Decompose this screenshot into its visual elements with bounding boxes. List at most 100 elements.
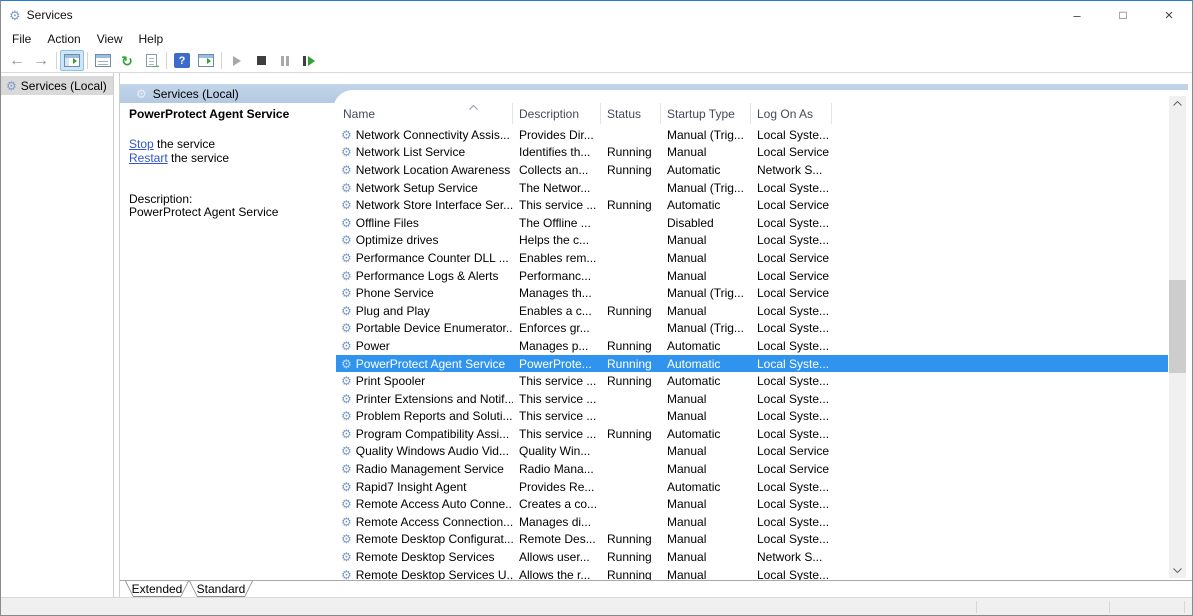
cell-text: Manual (Trig... <box>667 181 744 195</box>
help-icon: ? <box>174 53 190 68</box>
cell-text: Phone Service <box>356 286 434 300</box>
cell-text: Local Syste... <box>757 409 829 423</box>
show-console-tree-button[interactable] <box>60 50 84 71</box>
cell-name: ⚙Power <box>336 339 513 353</box>
table-row-selected[interactable]: ⚙PowerProtect Agent ServicePowerProte...… <box>336 355 1168 373</box>
cell-text: Helps the c... <box>519 233 589 247</box>
stop-service-line: Stop the service <box>129 137 215 151</box>
service-gear-icon: ⚙ <box>341 322 352 334</box>
scroll-up-button[interactable] <box>1169 96 1186 111</box>
column-header-log-on-as[interactable]: Log On As <box>751 103 832 124</box>
table-row[interactable]: ⚙Phone ServiceManages th...Manual (Trig.… <box>336 284 1168 302</box>
table-row[interactable]: ⚙Network Location AwarenessCollects an..… <box>336 161 1168 179</box>
table-row[interactable]: ⚙Network Setup ServiceThe Networ...Manua… <box>336 179 1168 197</box>
table-row[interactable]: ⚙Plug and PlayEnables a c...RunningManua… <box>336 302 1168 320</box>
export-list-button[interactable]: → <box>139 50 163 71</box>
cell-description: Collects an... <box>513 163 601 177</box>
tab-extended[interactable]: Extended <box>125 581 189 597</box>
cell-text: Manual <box>667 392 706 406</box>
column-header-startup-type[interactable]: Startup Type <box>661 103 751 124</box>
menu-help[interactable]: Help <box>131 30 172 48</box>
cell-text: Manual <box>667 462 706 476</box>
stop-service-button[interactable] <box>249 50 273 71</box>
cell-text: Manual <box>667 269 706 283</box>
table-row[interactable]: ⚙Network Store Interface Ser...This serv… <box>336 196 1168 214</box>
cell-description: Provides Dir... <box>513 128 601 142</box>
table-row[interactable]: ⚙Network List ServiceIdentifies th...Run… <box>336 144 1168 162</box>
cell-logon: Local Syste... <box>751 233 832 247</box>
cell-status: Running <box>601 145 661 159</box>
table-row[interactable]: ⚙Performance Counter DLL ...Enables rem.… <box>336 249 1168 267</box>
table-row[interactable]: ⚙Remote Access Auto Conne...Creates a co… <box>336 495 1168 513</box>
start-service-button[interactable] <box>225 50 249 71</box>
table-row[interactable]: ⚙Offline FilesThe Offline ...DisabledLoc… <box>336 214 1168 232</box>
table-row[interactable]: ⚙PowerManages p...RunningAutomaticLocal … <box>336 337 1168 355</box>
cell-text: Local Syste... <box>757 216 829 230</box>
refresh-button[interactable]: ↻ <box>115 50 139 71</box>
cell-name: ⚙Rapid7 Insight Agent <box>336 480 513 494</box>
cell-text: Running <box>607 532 652 546</box>
cell-description: Creates a co... <box>513 497 601 511</box>
services-pane: ⚙ Services (Local) PowerProtect Agent Se… <box>119 73 1192 597</box>
table-row[interactable]: ⚙Optimize drivesHelps the c...ManualLoca… <box>336 232 1168 250</box>
export-list-icon: → <box>146 54 157 67</box>
scroll-down-button[interactable] <box>1169 563 1186 578</box>
properties-button[interactable] <box>91 50 115 71</box>
cell-startup: Automatic <box>661 427 751 441</box>
column-header-name[interactable]: Name <box>336 103 513 124</box>
cell-startup: Manual <box>661 251 751 265</box>
cell-text: Local Syste... <box>757 427 829 441</box>
table-row[interactable]: ⚙Remote Access Connection...Manages di..… <box>336 513 1168 531</box>
vertical-scrollbar[interactable] <box>1169 96 1186 578</box>
stop-service-link[interactable]: Stop <box>129 137 154 151</box>
table-row[interactable]: ⚙Network Connectivity Assis...Provides D… <box>336 126 1168 144</box>
cell-name: ⚙Printer Extensions and Notif... <box>336 392 513 406</box>
maximize-button[interactable]: □ <box>1100 1 1146 29</box>
table-row[interactable]: ⚙Program Compatibility Assi...This servi… <box>336 425 1168 443</box>
column-header-description[interactable]: Description <box>513 103 601 124</box>
forward-button[interactable]: → <box>29 50 53 71</box>
cell-text: Quality Win... <box>519 444 590 458</box>
table-row[interactable]: ⚙Remote Desktop Services U...Allows the … <box>336 566 1168 580</box>
cell-logon: Local Service <box>751 145 832 159</box>
menu-view[interactable]: View <box>89 30 131 48</box>
scrollbar-thumb[interactable] <box>1169 280 1186 373</box>
table-row[interactable]: ⚙Printer Extensions and Notif...This ser… <box>336 390 1168 408</box>
table-row[interactable]: ⚙Remote Desktop ServicesAllows user...Ru… <box>336 548 1168 566</box>
cell-logon: Local Syste... <box>751 497 832 511</box>
back-button[interactable]: ← <box>5 50 29 71</box>
show-action-pane-button[interactable] <box>194 50 218 71</box>
restart-service-link[interactable]: Restart <box>129 151 168 165</box>
cell-startup: Manual <box>661 233 751 247</box>
cell-text: This service ... <box>519 374 596 388</box>
help-button[interactable]: ? <box>170 50 194 71</box>
table-row[interactable]: ⚙Radio Management ServiceRadio Mana...Ma… <box>336 460 1168 478</box>
cell-name: ⚙Remote Access Connection... <box>336 515 513 529</box>
table-row[interactable]: ⚙Rapid7 Insight AgentProvides Re...Autom… <box>336 478 1168 496</box>
tree-item-label: Services (Local) <box>21 79 107 93</box>
cell-name: ⚙Network Store Interface Ser... <box>336 198 513 212</box>
table-row[interactable]: ⚙Quality Windows Audio Vid...Quality Win… <box>336 443 1168 461</box>
minimize-button[interactable]: – <box>1054 1 1100 29</box>
main-area: ⚙ Services (Local) ⚙ Services (Local) Po… <box>1 73 1192 597</box>
cell-text: Automatic <box>667 374 720 388</box>
cell-logon: Local Syste... <box>751 409 832 423</box>
cell-name: ⚙Problem Reports and Soluti... <box>336 409 513 423</box>
table-row[interactable]: ⚙Performance Logs & AlertsPerformanc...M… <box>336 267 1168 285</box>
pause-service-button[interactable] <box>273 50 297 71</box>
tab-standard[interactable]: Standard <box>189 581 253 597</box>
table-row[interactable]: ⚙Print SpoolerThis service ...RunningAut… <box>336 372 1168 390</box>
column-header-status[interactable]: Status <box>601 103 661 124</box>
table-row[interactable]: ⚙Problem Reports and Soluti...This servi… <box>336 408 1168 426</box>
menu-file[interactable]: File <box>4 30 39 48</box>
cell-startup: Disabled <box>661 216 751 230</box>
menu-action[interactable]: Action <box>39 30 88 48</box>
cell-status: Running <box>601 532 661 546</box>
close-button[interactable]: × <box>1146 1 1192 29</box>
table-row[interactable]: ⚙Portable Device Enumerator...Enforces g… <box>336 320 1168 338</box>
restart-service-button[interactable] <box>297 50 321 71</box>
service-gear-icon: ⚙ <box>341 270 352 282</box>
tree-item-services-local[interactable]: ⚙ Services (Local) <box>1 76 113 95</box>
table-row[interactable]: ⚙Remote Desktop Configurat...Remote Des.… <box>336 531 1168 549</box>
view-tabs: ExtendedStandard <box>120 580 1192 597</box>
